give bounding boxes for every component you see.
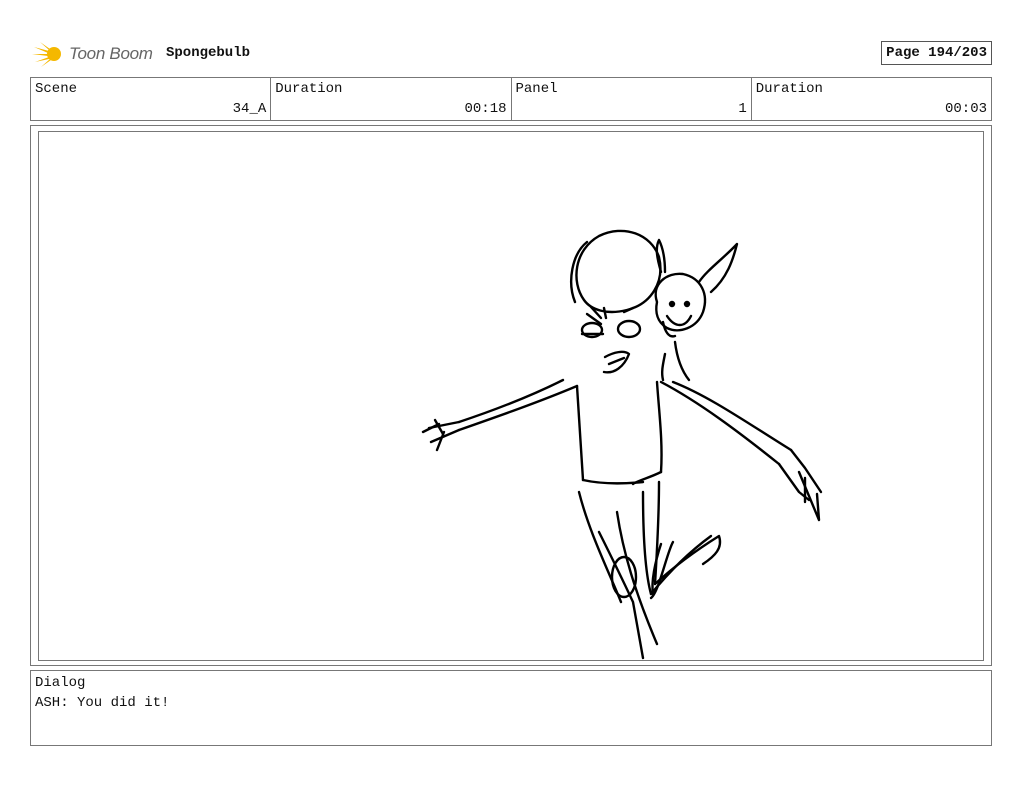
starburst-icon xyxy=(32,42,61,67)
scene-cell: Scene 34_A xyxy=(31,78,272,120)
panel-drawing-area xyxy=(38,131,984,661)
panel-duration-cell: Duration 00:03 xyxy=(752,78,991,120)
dialog-box: Dialog ASH: You did it! xyxy=(30,670,992,746)
dialog-text: ASH: You did it! xyxy=(35,695,170,711)
panel-value: 1 xyxy=(738,101,747,117)
panel-duration-value: 00:03 xyxy=(944,101,987,117)
project-title: Spongebulb xyxy=(166,45,251,61)
brand-name: Toon Boom xyxy=(69,44,153,63)
scene-duration-label: Duration xyxy=(275,81,343,97)
scene-duration-cell: Duration 00:18 xyxy=(271,78,512,120)
panel-cell: Panel 1 xyxy=(512,78,752,120)
panel-label: Panel xyxy=(515,81,558,97)
panel-frame xyxy=(30,125,992,666)
storyboard-header: Toon Boom Spongebulb Page 194/203 xyxy=(30,36,992,70)
character-sketch xyxy=(421,229,823,660)
scene-duration-value: 00:18 xyxy=(464,101,507,117)
page-indicator: Page 194/203 xyxy=(881,41,992,65)
scene-value: 34_A xyxy=(232,101,267,117)
scene-info-table: Scene 34_A Duration 00:18 Panel 1 Durati… xyxy=(30,77,992,121)
scene-label: Scene xyxy=(35,81,78,97)
panel-duration-label: Duration xyxy=(755,81,823,97)
dialog-label: Dialog xyxy=(35,675,86,691)
toon-boom-logo: Toon Boom xyxy=(32,38,153,70)
